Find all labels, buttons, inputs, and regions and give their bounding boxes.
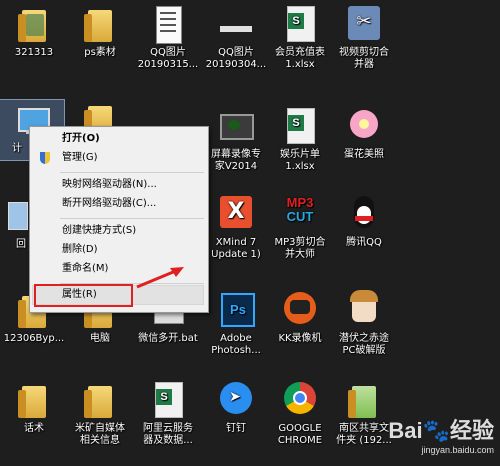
- icon-label: XMind 7 Update 1): [211, 237, 261, 260]
- icon-label: KK录像机: [278, 333, 322, 344]
- desktop-icon-mp3-cutter[interactable]: MP3 CUT MP3剪切合 并大师: [266, 194, 334, 261]
- flower-app-icon: [344, 106, 384, 146]
- desktop-icon-entertainment-xlsx[interactable]: S 娱乐片单 1.xlsx: [266, 106, 334, 173]
- icon-label: 微信多开.bat: [138, 333, 198, 344]
- menu-item-open[interactable]: 打开(O): [32, 130, 204, 148]
- icon-label: 321313: [14, 47, 54, 58]
- dingtalk-app-icon: ➤: [216, 380, 256, 420]
- desktop-icon-321313[interactable]: 321313: [0, 4, 68, 59]
- kk-app-icon: [280, 290, 320, 330]
- desktop-icon-member-recharge-xlsx[interactable]: S 会员充值表 1.xlsx: [266, 4, 334, 71]
- image-file-icon: [148, 4, 188, 44]
- annotation-highlight-box: [34, 284, 133, 307]
- folder-icon: [14, 4, 54, 44]
- desktop-icon-qq-image-1[interactable]: QQ图片 20190315...: [134, 4, 202, 71]
- menu-item-create-shortcut[interactable]: 创建快捷方式(S): [32, 222, 204, 240]
- icon-label: 视频剪切合 并器: [339, 47, 389, 70]
- desktop-icon-xmind[interactable]: X XMind 7 Update 1): [202, 194, 270, 261]
- folder-icon: [80, 4, 120, 44]
- icon-label: 阿里云服务 器及数据...: [143, 423, 193, 446]
- desktop-icon-huashu[interactable]: 话术: [0, 380, 68, 435]
- photoshop-app-icon: Ps: [216, 290, 256, 330]
- menu-item-label: 映射网络驱动器(N)...: [62, 179, 157, 190]
- icon-label: 电脑: [90, 333, 110, 344]
- annotation-arrow-icon: [136, 267, 184, 289]
- desktop-icon-ps-material[interactable]: ps素材: [66, 4, 134, 59]
- icon-label: 屏幕录像专 家V2014: [211, 149, 261, 172]
- scissors-app-icon: ✂: [344, 4, 384, 44]
- icon-label: 话术: [24, 423, 44, 434]
- icon-label: QQ图片 20190304...: [205, 47, 267, 70]
- recycle-bin-icon: [2, 196, 32, 236]
- baidu-logo: Bai🐾经验: [388, 418, 494, 443]
- menu-item-label: 断开网络驱动器(C)...: [62, 198, 157, 209]
- icon-label: 腾讯QQ: [346, 237, 382, 248]
- menu-item-label: 删除(D): [62, 244, 98, 255]
- menu-separator: [60, 172, 204, 173]
- icon-label: 会员充值表 1.xlsx: [275, 47, 325, 70]
- desktop-icon-mikuang[interactable]: 米矿自媒体 相关信息: [66, 380, 134, 447]
- menu-item-map-network-drive[interactable]: 映射网络驱动器(N)...: [32, 176, 204, 194]
- icon-label: 12306Byp...: [3, 333, 65, 344]
- watermark: Bai🐾经验 jingyan.baidu.com: [360, 418, 498, 462]
- network-folder-icon: [344, 380, 384, 420]
- game-app-icon: [344, 290, 384, 330]
- shield-icon: [40, 152, 50, 164]
- excel-file-icon: S: [148, 380, 188, 420]
- desktop-icon-tencent-qq[interactable]: 腾讯QQ: [330, 194, 398, 249]
- icon-label: 潜伏之赤途 PC破解版: [339, 333, 389, 356]
- menu-item-label: 打开(O): [62, 133, 100, 144]
- menu-separator: [60, 218, 204, 219]
- menu-item-manage[interactable]: 管理(G): [32, 149, 204, 167]
- desktop-icon-kk-recorder[interactable]: KK录像机: [266, 290, 334, 345]
- icon-label: 钉钉: [226, 423, 246, 434]
- menu-item-disconnect-network-drive[interactable]: 断开网络驱动器(C)...: [32, 195, 204, 213]
- desktop-icon-eggflower[interactable]: 蛋花美照: [330, 106, 398, 161]
- icon-label: Adobe Photosh...: [211, 333, 261, 356]
- icon-label: 娱乐片单 1.xlsx: [280, 149, 320, 172]
- watermark-url: jingyan.baidu.com: [421, 445, 494, 455]
- desktop-icon-aliyun[interactable]: S 阿里云服务 器及数据...: [134, 380, 202, 447]
- mp3-app-icon: MP3 CUT: [286, 195, 314, 224]
- chrome-icon: [280, 380, 320, 420]
- icon-label: 蛋花美照: [344, 149, 384, 160]
- menu-item-delete[interactable]: 删除(D): [32, 241, 204, 259]
- penguin-icon: [344, 194, 384, 234]
- desktop-icon-screen-recorder[interactable]: 屏幕录像专 家V2014: [202, 106, 270, 173]
- menu-item-label: 创建快捷方式(S): [62, 225, 137, 236]
- icon-label: GOOGLE CHROME: [277, 423, 323, 446]
- icon-label: MP3剪切合 并大师: [274, 237, 326, 260]
- excel-file-icon: S: [280, 106, 320, 146]
- desktop-icon-qq-image-2[interactable]: QQ图片 20190304...: [202, 4, 270, 71]
- icon-label: 米矿自媒体 相关信息: [75, 423, 125, 446]
- desktop-icon-dingding[interactable]: ➤ 钉钉: [202, 380, 270, 435]
- desktop-icon-photoshop[interactable]: Ps Adobe Photosh...: [202, 290, 270, 357]
- icon-label: QQ图片 20190315...: [137, 47, 199, 70]
- menu-item-label: 重命名(M): [62, 263, 109, 274]
- desktop-icon-chrome[interactable]: GOOGLE CHROME: [266, 380, 334, 447]
- menu-item-label: 管理(G): [62, 152, 98, 163]
- folder-icon: [14, 380, 54, 420]
- desktop-icon-game[interactable]: 潜伏之赤途 PC破解版: [330, 290, 398, 357]
- image-file-icon: [216, 4, 256, 44]
- desktop-icon-video-cutter[interactable]: ✂ 视频剪切合 并器: [330, 4, 398, 71]
- icon-label: ps素材: [84, 47, 116, 58]
- folder-icon: [80, 380, 120, 420]
- excel-file-icon: S: [280, 4, 320, 44]
- xmind-app-icon: X: [216, 194, 256, 234]
- camera-app-icon: [216, 106, 256, 146]
